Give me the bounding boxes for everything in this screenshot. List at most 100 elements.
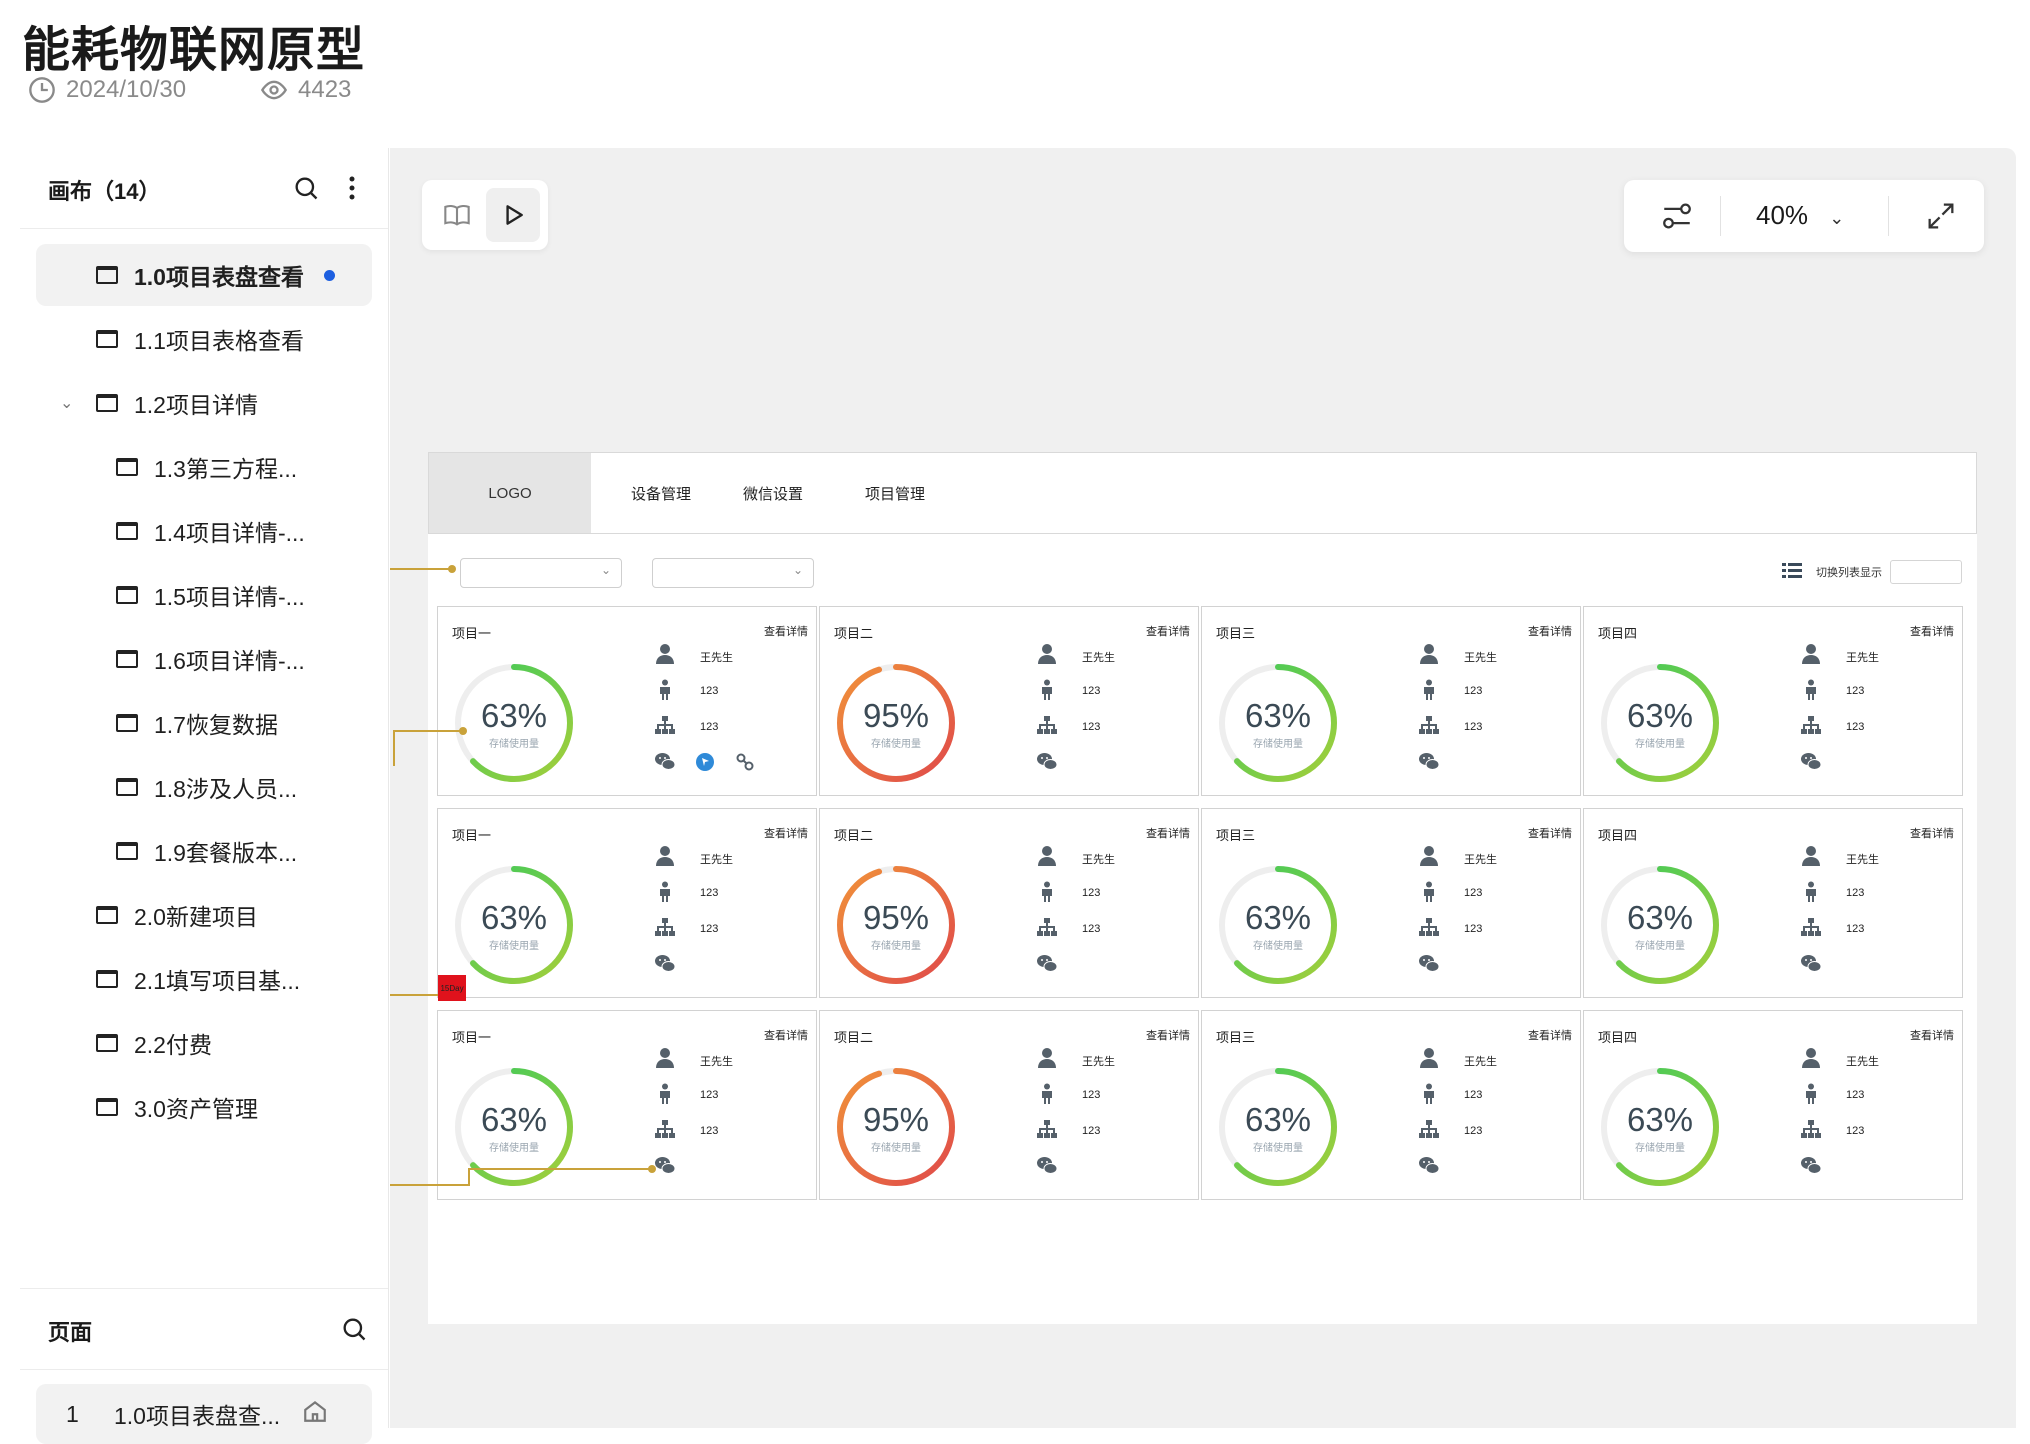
tree-item-1-2[interactable]: ⌄ 1.2项目详情 [36,372,372,434]
view-details-link[interactable]: 查看详情 [1146,1027,1190,1043]
tree-item-1-4[interactable]: 1.4项目详情-... [36,500,372,562]
nav-project-management[interactable]: 项目管理 [865,483,925,504]
page-list-item[interactable]: 1 1.0项目表盘查... [36,1384,372,1444]
person-icon [1036,679,1058,701]
tree-item-label: 1.6项目详情-... [154,648,305,674]
usage-percent: 95% [862,697,930,734]
user-icon [1036,643,1058,665]
home-icon [302,1398,328,1430]
connector-line [393,730,395,766]
metric-value: 123 [1846,923,1865,935]
view-count: 4423 [298,76,352,103]
publish-date: 2024/10/30 [66,76,187,103]
org-chart-icon [1418,715,1440,737]
zoom-level: 40% [1756,200,1809,230]
person-icon [1036,881,1058,903]
tree-item-label: 1.7恢复数据 [154,712,278,738]
adjust-icon[interactable] [1650,189,1704,243]
view-details-link[interactable]: 查看详情 [764,1027,808,1043]
chevron-down-icon: ⌄ [792,563,803,577]
project-card: 项目三 查看详情 63% 存储使用量 王先生 123 123 [1201,1010,1581,1200]
search-icon[interactable] [338,1313,370,1345]
user-icon [1418,643,1440,665]
metric-value: 123 [700,923,719,935]
project-name: 项目一 [452,828,492,843]
project-card: 项目三 查看详情 63% 存储使用量 王先生 123 123 [1201,606,1581,796]
contact-name: 王先生 [1464,1056,1497,1068]
tree-item-1-9[interactable]: 1.9套餐版本... [36,820,372,882]
person-icon [1418,1083,1440,1105]
canvas-toolbar-right: 40% ⌄ [1624,180,1984,252]
metric-value: 123 [1082,887,1101,899]
view-details-link[interactable]: 查看详情 [1910,1027,1954,1043]
tree-item-3-0[interactable]: 3.0资产管理 [36,1076,372,1138]
contact-name: 王先生 [1846,1056,1879,1068]
tree-item-2-2[interactable]: 2.2付费 [36,1012,372,1074]
list-view-icon[interactable] [1782,562,1802,585]
compass-icon [694,751,716,773]
page-label: 1.0项目表盘查... [114,1403,281,1429]
org-chart-icon [654,715,676,737]
view-details-link[interactable]: 查看详情 [1910,623,1954,639]
eye-icon [260,80,288,100]
tree-item-1-0[interactable]: 1.0项目表盘查看 [36,244,372,306]
usage-percent: 63% [1244,697,1312,734]
tree-item-2-1[interactable]: 2.1填写项目基... [36,948,372,1010]
nav-device-management[interactable]: 设备管理 [631,483,691,504]
view-details-link[interactable]: 查看详情 [1910,825,1954,841]
current-indicator [323,269,335,281]
metric-value: 123 [1082,721,1101,733]
user-icon [654,643,676,665]
switch-list-input[interactable] [1890,560,1962,584]
tree-item-1-1[interactable]: 1.1项目表格查看 [36,308,372,370]
org-chart-icon [654,1119,676,1141]
filter-dropdown-1[interactable]: ⌄ [460,558,622,588]
zoom-select[interactable]: 40% ⌄ [1756,200,1844,231]
usage-percent: 63% [1626,697,1694,734]
tree-item-1-3[interactable]: 1.3第三方程... [36,436,372,498]
user-icon [1036,1047,1058,1069]
tree-item-1-6[interactable]: 1.6项目详情-... [36,628,372,690]
contact-name: 王先生 [1464,854,1497,866]
usage-caption: 存储使用量 [1635,1143,1685,1154]
tree-item-1-5[interactable]: 1.5项目详情-... [36,564,372,626]
view-details-link[interactable]: 查看详情 [1528,825,1572,841]
page-icon [116,586,138,604]
play-icon[interactable] [486,188,540,242]
usage-percent: 63% [480,899,548,936]
metric-value: 123 [700,1089,719,1101]
chevron-down-icon[interactable]: ⌄ [60,393,73,413]
view-details-link[interactable]: 查看详情 [1146,825,1190,841]
project-card: 项目三 查看详情 63% 存储使用量 王先生 123 123 [1201,808,1581,998]
book-icon[interactable] [430,188,484,242]
connector-dot [459,727,467,735]
canvas-toolbar-left [422,180,548,250]
metric-value: 123 [700,721,719,733]
project-card: 项目一 查看详情 63% 存储使用量 王先生 123 123 [437,808,817,998]
view-details-link[interactable]: 查看详情 [1528,623,1572,639]
contact-name: 王先生 [1082,854,1115,866]
user-icon [654,845,676,867]
usage-percent: 63% [1626,899,1694,936]
view-details-link[interactable]: 查看详情 [764,825,808,841]
filter-dropdown-2[interactable]: ⌄ [652,558,814,588]
view-details-link[interactable]: 查看详情 [1528,1027,1572,1043]
usage-caption: 存储使用量 [1253,1143,1303,1154]
nav-wechat-settings[interactable]: 微信设置 [743,483,803,504]
contact-name: 王先生 [1082,652,1115,664]
fullscreen-icon[interactable] [1914,189,1968,243]
tree-item-1-8[interactable]: 1.8涉及人员... [36,756,372,818]
wechat-icon [1036,751,1058,773]
more-icon[interactable] [336,172,368,204]
search-icon[interactable] [290,172,322,204]
tree-item-1-7[interactable]: 1.7恢复数据 [36,692,372,754]
tree-item-2-0[interactable]: 2.0新建项目 [36,884,372,946]
view-details-link[interactable]: 查看详情 [1146,623,1190,639]
page-icon [96,394,118,412]
usage-percent: 63% [480,697,548,734]
chevron-down-icon: ⌄ [1829,208,1845,228]
wechat-icon [1418,1155,1440,1177]
link-icon [734,751,756,773]
view-details-link[interactable]: 查看详情 [764,623,808,639]
project-name: 项目二 [834,1030,874,1045]
